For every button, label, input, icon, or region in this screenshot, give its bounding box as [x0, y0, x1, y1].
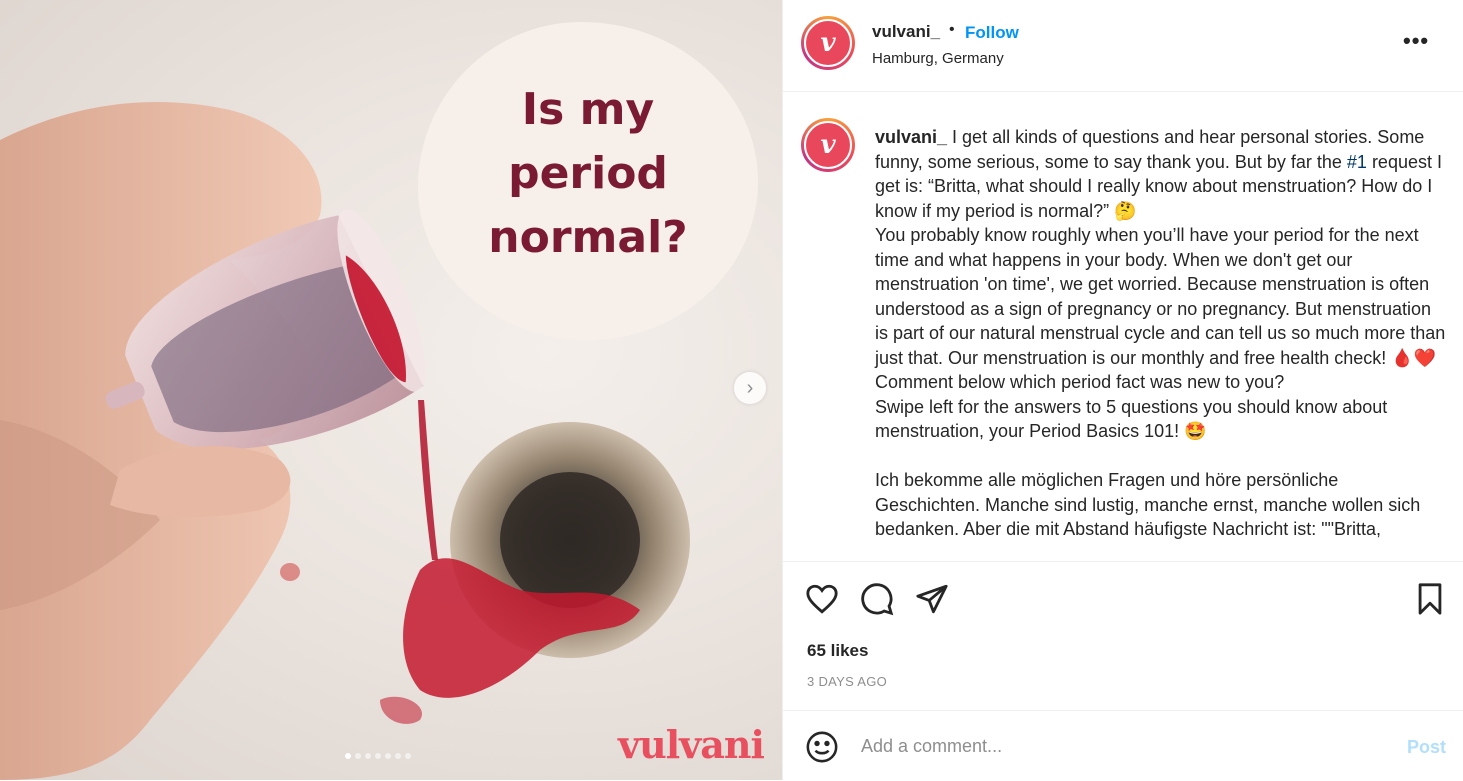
post-actions: 65 likes 3 DAYS AGO	[783, 561, 1463, 712]
share-icon[interactable]	[915, 582, 949, 621]
carousel-dot	[385, 753, 391, 759]
hashtag-link[interactable]: #1	[1347, 152, 1367, 172]
avatar[interactable]: v	[801, 16, 855, 70]
separator-dot: •	[949, 21, 955, 38]
speech-bubble: Is my period normal?	[418, 22, 758, 340]
username-link[interactable]: vulvani_	[872, 22, 940, 42]
caption-scroll-area[interactable]: v vulvani_ I get all kinds of questions …	[783, 92, 1463, 560]
post-details-panel: v vulvani_ • Follow Hamburg, Germany •••…	[782, 0, 1463, 780]
like-count[interactable]: 65 likes	[807, 641, 868, 661]
avatar-logo: v	[804, 121, 852, 169]
carousel-dot	[365, 753, 371, 759]
carousel-indicator	[345, 753, 411, 759]
bookmark-icon[interactable]	[1413, 582, 1447, 621]
more-options-icon[interactable]: •••	[1403, 28, 1429, 54]
caption-username[interactable]: vulvani_	[875, 127, 947, 147]
comment-icon[interactable]	[860, 582, 894, 621]
post-media[interactable]: Is my period normal? vulvani ›	[0, 0, 782, 780]
carousel-dot	[375, 753, 381, 759]
location-link[interactable]: Hamburg, Germany	[872, 50, 1004, 67]
heart-icon[interactable]	[805, 582, 839, 621]
follow-button[interactable]: Follow	[965, 23, 1019, 43]
carousel-next-button[interactable]: ›	[734, 372, 766, 404]
brand-logo: vulvani	[618, 722, 765, 767]
carousel-dot	[405, 753, 411, 759]
avatar-logo: v	[804, 19, 852, 67]
carousel-dot	[345, 753, 351, 759]
post-header: v vulvani_ • Follow Hamburg, Germany •••	[783, 0, 1463, 92]
emoji-icon[interactable]	[805, 730, 839, 769]
carousel-dot	[355, 753, 361, 759]
overlay-headline: Is my period normal?	[488, 84, 688, 263]
caption-body: request I get is: “Britta, what should I…	[875, 151, 1446, 540]
carousel-dot	[395, 753, 401, 759]
post-comment-button[interactable]: Post	[1407, 737, 1446, 758]
caption-avatar[interactable]: v	[801, 118, 855, 172]
comment-input[interactable]	[859, 735, 1363, 758]
chevron-right-icon: ›	[746, 376, 754, 399]
caption-text: vulvani_ I get all kinds of questions an…	[875, 125, 1447, 542]
post-timestamp[interactable]: 3 DAYS AGO	[807, 674, 887, 689]
comment-form: Post	[783, 710, 1463, 781]
